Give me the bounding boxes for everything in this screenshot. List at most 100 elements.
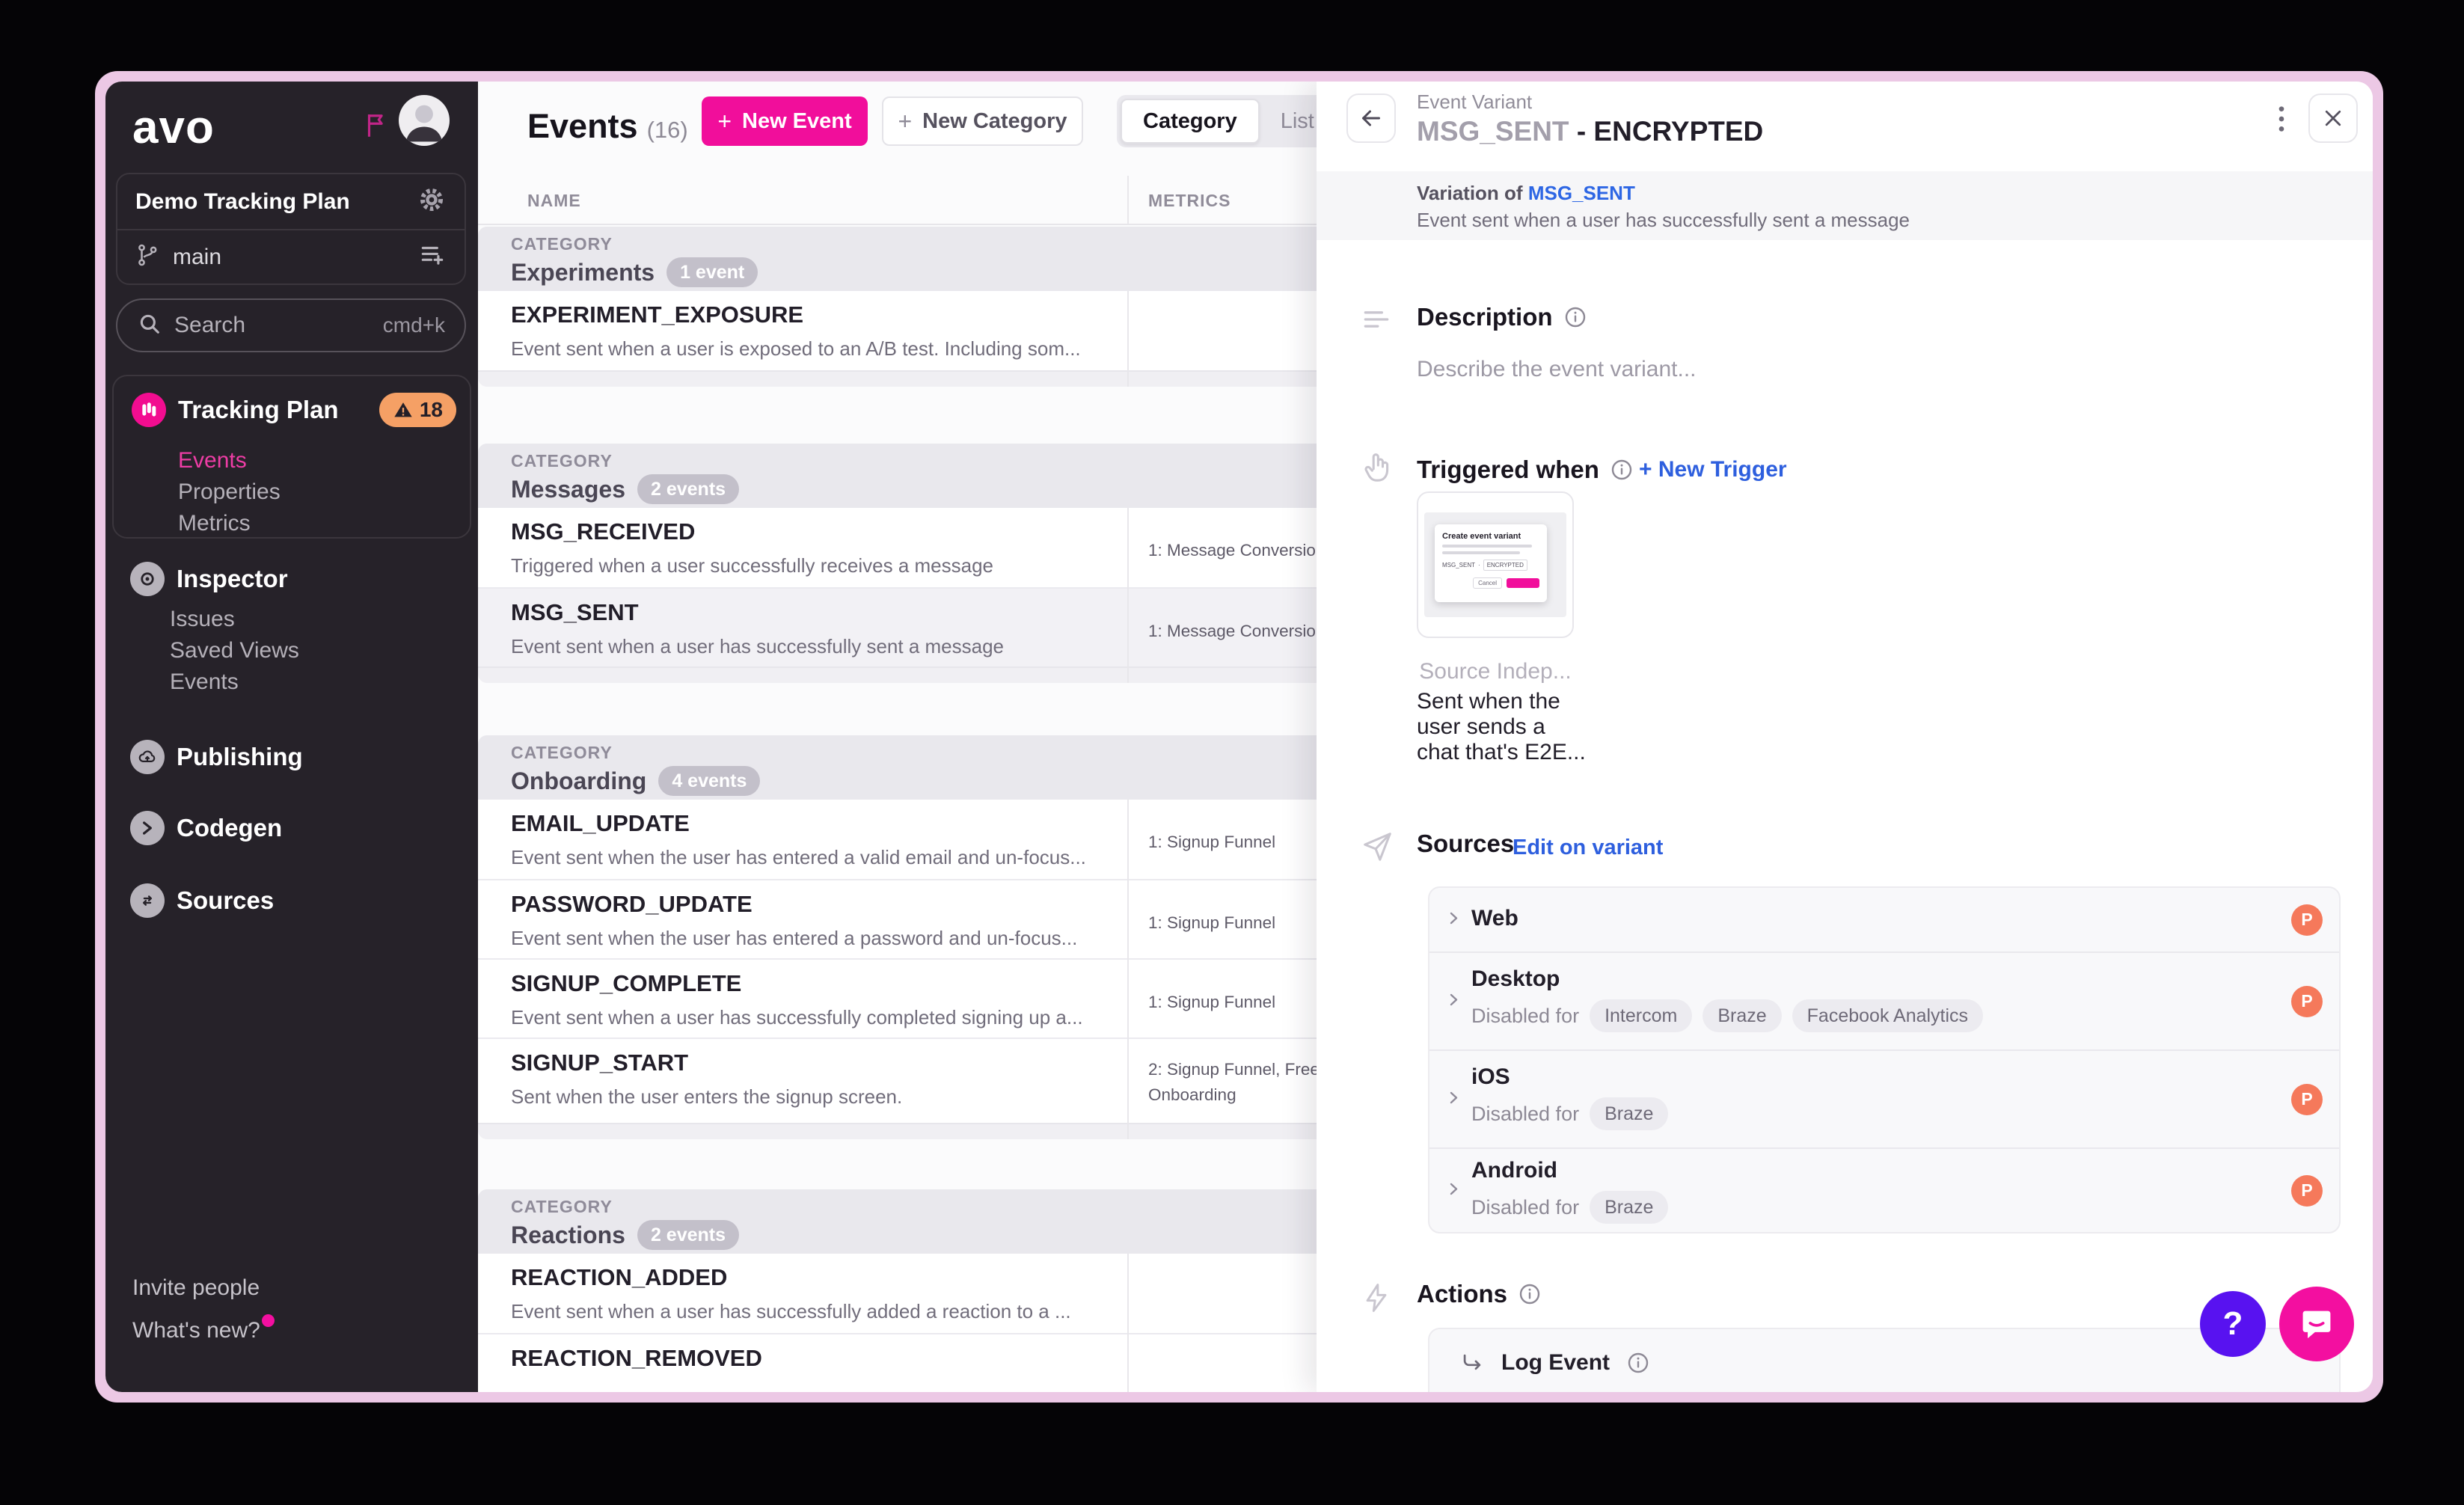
source-row-ios[interactable]: iOS Disabled for Braze P bbox=[1429, 1049, 2339, 1147]
sidebar: avo Demo Tracking Plan main Search cmd+k… bbox=[105, 82, 478, 1392]
sidebar-item-inspector[interactable]: Inspector bbox=[130, 562, 288, 596]
workspace-row[interactable]: Demo Tracking Plan bbox=[117, 174, 465, 229]
sidebar-item-metrics[interactable]: Metrics bbox=[178, 511, 251, 536]
table-row[interactable]: EMAIL_UPDATE Event sent when the user ha… bbox=[478, 800, 1435, 879]
actions-heading: Actions bbox=[1417, 1280, 1542, 1308]
search-icon bbox=[137, 311, 162, 340]
sources-card: Web P Desktop Disabled for Intercom Braz… bbox=[1428, 886, 2341, 1233]
event-description: Event sent when a user has successfully … bbox=[511, 1300, 1071, 1322]
avatar[interactable] bbox=[399, 95, 450, 146]
table-row[interactable]: EXPERIMENT_EXPOSURE Event sent when a us… bbox=[478, 291, 1435, 370]
source-badge-p: P bbox=[2291, 985, 2323, 1017]
gear-icon[interactable] bbox=[417, 185, 447, 218]
category-header[interactable]: CATEGORY Experiments 1 event bbox=[478, 227, 1435, 291]
category-label: CATEGORY bbox=[511, 743, 613, 762]
flag-icon[interactable] bbox=[361, 107, 393, 147]
log-event-label: Log Event bbox=[1501, 1350, 1611, 1375]
events-count: (16) bbox=[646, 117, 688, 143]
invite-people-link[interactable]: Invite people bbox=[132, 1275, 260, 1301]
help-button[interactable]: ? bbox=[2200, 1291, 2266, 1357]
source-row-android[interactable]: Android Disabled for Braze P bbox=[1429, 1147, 2339, 1232]
toggle-category[interactable]: Category bbox=[1121, 99, 1260, 144]
variation-link[interactable]: MSG_SENT bbox=[1528, 182, 1635, 204]
sidebar-item-events[interactable]: Events bbox=[178, 448, 247, 473]
whats-new-link[interactable]: What's new? bbox=[132, 1314, 275, 1343]
playlist-add-icon[interactable] bbox=[418, 241, 447, 273]
table-row[interactable]: REACTION_REMOVED bbox=[478, 1333, 1435, 1392]
issues-badge[interactable]: 18 bbox=[379, 393, 456, 427]
new-trigger-link[interactable]: + New Trigger bbox=[1639, 457, 1787, 482]
kebab-menu-icon[interactable] bbox=[2265, 101, 2298, 137]
destination-chip: Braze bbox=[1590, 1191, 1669, 1224]
thumb-primary-button bbox=[1507, 578, 1539, 588]
table-row-selected[interactable]: MSG_SENT Event sent when a user has succ… bbox=[478, 587, 1435, 666]
sidebar-item-label: Sources bbox=[177, 886, 275, 914]
sidebar-item-inspector-events[interactable]: Events bbox=[170, 669, 239, 695]
page-title: Events bbox=[527, 107, 638, 145]
sidebar-item-sources[interactable]: Sources bbox=[130, 883, 274, 918]
source-name: Desktop bbox=[1471, 966, 1560, 991]
source-row-web[interactable]: Web P bbox=[1429, 888, 2339, 951]
thumb-modal-input: MSG_SENT · ENCRYPTED bbox=[1442, 560, 1539, 571]
source-badge-p: P bbox=[2291, 904, 2323, 936]
tracking-plan-section: Tracking Plan 18 Events Properties Metri… bbox=[112, 375, 471, 539]
category-label: CATEGORY bbox=[511, 234, 613, 254]
variation-band: Variation of MSG_SENT Event sent when a … bbox=[1317, 171, 2373, 240]
lightning-icon bbox=[1360, 1281, 1393, 1318]
chevron-right-icon[interactable] bbox=[1444, 1180, 1462, 1201]
description-placeholder[interactable]: Describe the event variant... bbox=[1417, 357, 1697, 382]
destination-chip: Braze bbox=[1703, 999, 1782, 1032]
new-event-button[interactable]: + New Event bbox=[702, 96, 868, 146]
thumb-cancel-button: Cancel bbox=[1473, 577, 1502, 589]
chevron-right-icon[interactable] bbox=[1444, 909, 1462, 931]
search-shortcut: cmd+k bbox=[382, 313, 445, 337]
chevron-right-icon[interactable] bbox=[1444, 1088, 1462, 1110]
disabled-for-label: Disabled for bbox=[1471, 1102, 1580, 1125]
chevron-right-icon[interactable] bbox=[1444, 990, 1462, 1012]
thumb-modal-title: Create event variant bbox=[1442, 532, 1521, 541]
log-event-row[interactable]: Log Event bbox=[1459, 1350, 1650, 1376]
tracking-plan-icon bbox=[132, 393, 166, 427]
new-category-button[interactable]: + New Category bbox=[882, 96, 1083, 146]
sidebar-item-codegen[interactable]: Codegen bbox=[130, 811, 282, 845]
sidebar-item-saved-views[interactable]: Saved Views bbox=[170, 638, 299, 663]
sidebar-item-tracking-plan[interactable]: Tracking Plan bbox=[132, 393, 339, 427]
sidebar-item-publishing[interactable]: Publishing bbox=[130, 740, 303, 774]
group-footer-strip bbox=[478, 1123, 1435, 1139]
search-input[interactable]: Search cmd+k bbox=[116, 298, 466, 352]
destination-chip: Braze bbox=[1590, 1097, 1669, 1130]
panel-title: MSG_SENT - ENCRYPTED bbox=[1417, 116, 1764, 147]
chat-button[interactable] bbox=[2279, 1287, 2354, 1361]
sidebar-item-issues[interactable]: Issues bbox=[170, 607, 235, 632]
event-description: Event sent when a user is exposed to an … bbox=[511, 337, 1081, 360]
branch-row[interactable]: main bbox=[117, 229, 465, 283]
table-row[interactable]: REACTION_ADDED Event sent when a user ha… bbox=[478, 1254, 1435, 1333]
sidebar-item-label: Codegen bbox=[177, 814, 283, 842]
back-button[interactable] bbox=[1346, 94, 1396, 143]
category-header[interactable]: CATEGORY Onboarding 4 events bbox=[478, 735, 1435, 800]
event-name: REACTION_ADDED bbox=[511, 1264, 728, 1290]
event-variant-panel: Event Variant MSG_SENT - ENCRYPTED Varia… bbox=[1317, 82, 2373, 1392]
event-name: REACTION_REMOVED bbox=[511, 1345, 762, 1371]
avo-logo: avo bbox=[132, 102, 215, 153]
publishing-icon bbox=[130, 740, 165, 774]
category-header[interactable]: CATEGORY Reactions 2 events bbox=[478, 1189, 1435, 1254]
category-count-badge: 2 events bbox=[637, 1220, 739, 1250]
table-row[interactable]: MSG_RECEIVED Triggered when a user succe… bbox=[478, 508, 1435, 587]
category-count-badge: 1 event bbox=[666, 257, 758, 287]
trigger-thumbnail[interactable]: Create event variant MSG_SENT · ENCRYPTED… bbox=[1417, 491, 1574, 638]
category-header[interactable]: CATEGORY Messages 2 events bbox=[478, 444, 1435, 508]
source-badge-p: P bbox=[2291, 1174, 2323, 1207]
table-row[interactable]: SIGNUP_START Sent when the user enters t… bbox=[478, 1037, 1435, 1123]
workspace-box: Demo Tracking Plan main bbox=[116, 173, 466, 285]
sidebar-item-properties[interactable]: Properties bbox=[178, 479, 281, 505]
table-row[interactable]: SIGNUP_COMPLETE Event sent when a user h… bbox=[478, 958, 1435, 1037]
pointer-hand-icon bbox=[1360, 450, 1394, 488]
trigger-heading: Triggered when bbox=[1417, 456, 1634, 484]
close-icon[interactable] bbox=[2308, 94, 2358, 143]
table-row[interactable]: PASSWORD_UPDATE Event sent when the user… bbox=[478, 879, 1435, 958]
table-header: NAME METRICS bbox=[478, 176, 1435, 225]
source-row-desktop[interactable]: Desktop Disabled for Intercom Braze Face… bbox=[1429, 951, 2339, 1049]
search-placeholder: Search bbox=[174, 313, 246, 337]
edit-on-variant-link[interactable]: Edit on variant bbox=[1513, 836, 1663, 860]
